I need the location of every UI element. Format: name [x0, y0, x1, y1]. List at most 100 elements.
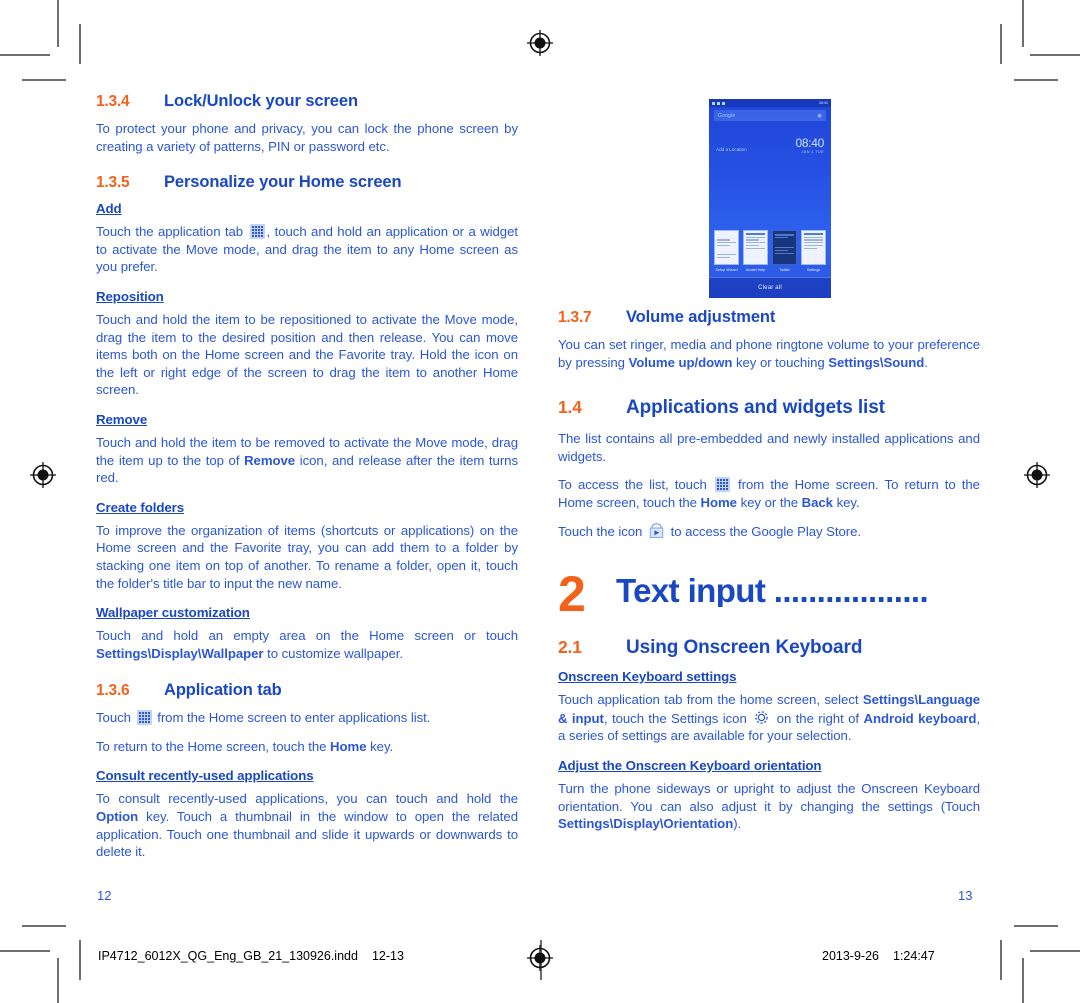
status-icons	[712, 101, 725, 105]
paragraph-play-store: Touch the icon to access the Google Play…	[558, 522, 980, 541]
subheading-create-folders: Create folders	[96, 499, 185, 515]
paragraph-wallpaper: Touch and hold an empty area on the Home…	[96, 627, 518, 662]
subheading-wallpaper: Wallpaper customization	[96, 605, 250, 621]
paragraph-keyboard-orientation: Turn the phone sideways or upright to ad…	[558, 780, 980, 833]
page-number-left: 12	[97, 888, 112, 903]
chapter-2-title: 2 Text input ..................	[558, 569, 980, 619]
text-fragment: Touch and hold an empty area on the Home…	[96, 628, 518, 644]
heading-title: Personalize your Home screen	[164, 173, 402, 192]
subheading-add: Add	[96, 201, 122, 217]
crop-mark-bl-h	[0, 950, 50, 952]
text-bold: Settings\Display\Wallpaper	[96, 645, 264, 661]
status-bar-time: 08:40	[819, 101, 828, 105]
crop-mark-tl-v	[57, 0, 59, 47]
registration-target-icon-footer	[525, 943, 555, 973]
crop-mark-tr2-h	[1014, 79, 1058, 81]
text-bold: Back	[801, 494, 833, 510]
clock-time: 08:40	[795, 136, 824, 150]
crop-mark-tl2-v	[79, 24, 81, 64]
paragraph-volume: You can set ringer, media and phone ring…	[558, 336, 980, 371]
footer-timestamp: 2013-9-26 1:24:47	[822, 949, 935, 963]
chapter-dot-leader: ..................	[773, 574, 929, 608]
registration-target-icon-right	[1022, 460, 1052, 490]
text-fragment: key or touching	[732, 354, 829, 370]
paragraph-keyboard-settings: Touch application tab from the home scre…	[558, 691, 980, 745]
app-thumbnail	[772, 230, 797, 266]
heading-1-3-6: 1.3.6 Application tab	[96, 681, 518, 700]
paragraph-consult-recent: To consult recently-used applications, y…	[96, 790, 518, 860]
phone-screenshot-recent-apps: 08:40 Google ◉ Add a Location 08:40 JAN …	[709, 99, 831, 298]
app-thumbnail	[714, 230, 739, 266]
app-grid-icon	[714, 477, 730, 493]
text-fragment: To return to the Home screen, touch the	[96, 738, 331, 754]
crop-mark-bl2-h	[22, 925, 66, 927]
recent-app-label: Alcatel Help	[745, 267, 766, 272]
heading-number: 1.4	[558, 397, 582, 418]
paragraph-app-widget-list: The list contains all pre-embedded and n…	[558, 431, 980, 464]
subheading-consult-recent: Consult recently-used applications	[96, 768, 314, 784]
paragraph-return-home: To return to the Home screen, touch the …	[96, 738, 518, 756]
text-bold: Volume up/down	[628, 354, 733, 370]
text-fragment: To consult recently-used applications, y…	[96, 791, 518, 807]
footer-filename-slug: IP4712_6012X_QG_Eng_GB_21_130926.indd 12-…	[98, 949, 404, 963]
text-fragment: from the Home screen to enter applicatio…	[157, 710, 431, 726]
google-search-widget: Google ◉	[714, 110, 826, 121]
crop-mark-tl2-h	[22, 79, 66, 81]
recent-app-label: Twitter	[779, 267, 790, 272]
text-fragment: .	[924, 354, 928, 370]
crop-mark-tr-v	[1022, 0, 1024, 47]
recent-app-item: Twitter	[772, 230, 797, 272]
crop-mark-tl-h	[0, 54, 50, 56]
app-grid-icon	[136, 710, 152, 726]
clock-weather-widget: Add a Location 08:40 JAN 1 TUE	[716, 137, 824, 154]
text-bold: Home	[700, 494, 738, 510]
crop-mark-br-v	[1022, 958, 1024, 1003]
footer-time: 1:24:47	[893, 949, 935, 963]
paragraph-access-list: To access the list, touch from the Home …	[558, 476, 980, 511]
crop-mark-br2-v	[1000, 940, 1002, 980]
text-fragment: key or the	[736, 494, 802, 510]
heading-1-4: 1.4 Applications and widgets list	[558, 397, 980, 419]
text-fragment: key.	[832, 494, 860, 510]
chapter-title-text: Text input	[616, 574, 766, 608]
text-fragment: to customize wallpaper.	[263, 645, 404, 661]
crop-mark-bl-v	[57, 958, 59, 1003]
heading-title: Lock/Unlock your screen	[164, 92, 358, 110]
heading-number: 1.3.5	[96, 174, 130, 192]
text-fragment: Touch the icon	[558, 523, 643, 539]
page-number-right: 13	[958, 888, 973, 903]
subheading-keyboard-settings: Onscreen Keyboard settings	[558, 669, 737, 685]
registration-target-icon-left	[28, 460, 58, 490]
clear-all-button[interactable]: Clear all	[709, 277, 831, 298]
search-placeholder: Google	[718, 112, 736, 119]
subheading-keyboard-orientation: Adjust the Onscreen Keyboard orientation	[558, 757, 822, 773]
footer-filename: IP4712_6012X_QG_Eng_GB_21_130926.indd	[98, 949, 358, 963]
gear-icon	[753, 709, 770, 726]
text-fragment: Touch	[96, 710, 131, 726]
text-bold: Settings\Display\Orientation	[558, 816, 734, 832]
add-location-label: Add a Location	[716, 147, 747, 152]
heading-number: 1.3.4	[96, 93, 130, 110]
recent-app-item: Settings	[801, 230, 826, 272]
recent-app-item: Setup Wizard	[714, 230, 739, 272]
text-fragment: Touch the application tab	[96, 224, 244, 240]
google-play-bag-icon	[648, 522, 665, 539]
text-fragment: Turn the phone sideways or upright to ad…	[558, 780, 980, 814]
text-bold: Option	[96, 809, 139, 825]
text-fragment: To access the list, touch	[558, 477, 707, 493]
text-fragment: to access the Google Play Store.	[670, 523, 862, 539]
heading-title: Application tab	[164, 681, 282, 700]
heading-1-3-5: 1.3.5 Personalize your Home screen	[96, 173, 518, 192]
recent-apps-thumbnails: Setup Wizard Alcatel Help Twitter Settin…	[709, 230, 831, 272]
text-bold: Android keyboard	[863, 710, 977, 726]
right-column: 1.3.7 Volume adjustment You can set ring…	[558, 308, 980, 844]
footer-date: 2013-9-26	[822, 949, 879, 963]
footer-spread: 12-13	[371, 949, 404, 963]
left-column: 1.3.4 Lock/Unlock your screen To protect…	[96, 92, 518, 872]
paragraph-lock-unlock: To protect your phone and privacy, you c…	[96, 121, 518, 154]
paragraph-create-folders: To improve the organization of items (sh…	[96, 522, 518, 591]
text-fragment: Touch application tab from the home scre…	[558, 692, 863, 708]
text-bold: Settings\Sound	[828, 354, 925, 370]
text-fragment: key.	[366, 738, 394, 754]
crop-mark-tr2-v	[1000, 24, 1002, 64]
